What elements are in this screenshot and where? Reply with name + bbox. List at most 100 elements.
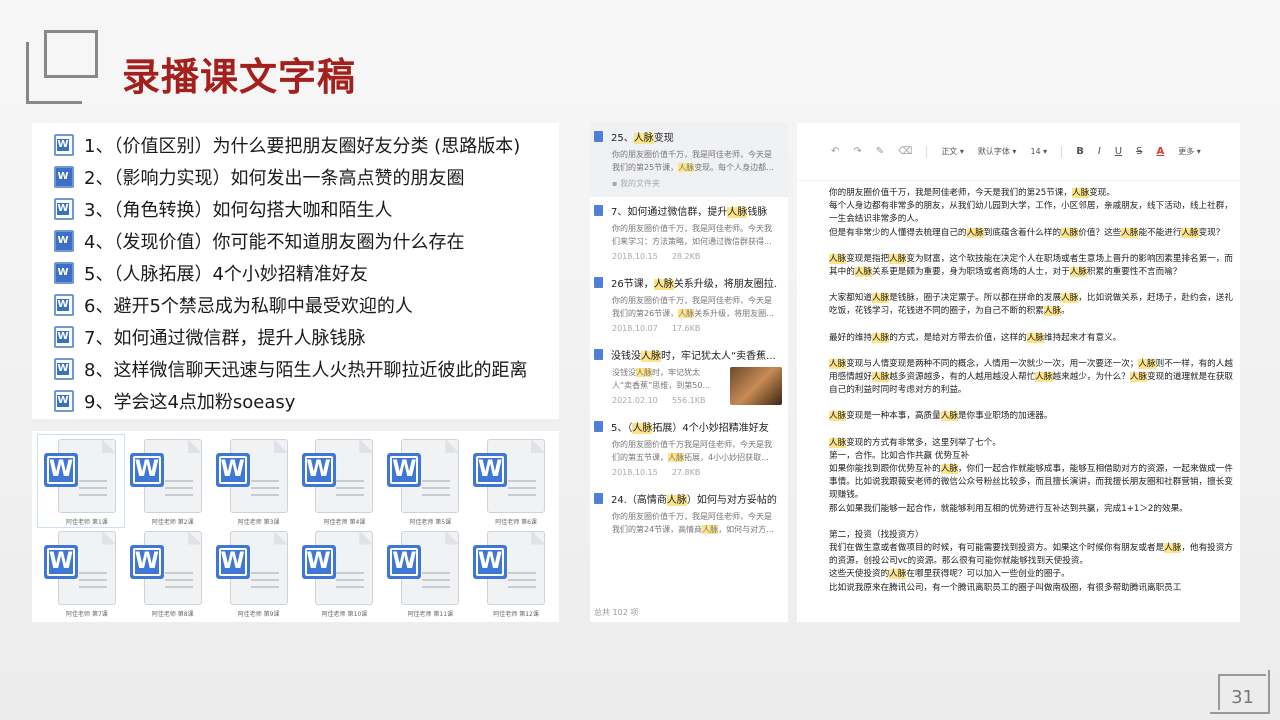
word-file-tile[interactable]: W 阿佳老师 第6课 bbox=[467, 435, 553, 527]
document-snippet: 你的朋友圈价值千万我是阿佳老师，今天是我们的第五节课，人脉拓展，4小小妙招获取.… bbox=[612, 440, 772, 462]
document-icon bbox=[594, 493, 603, 504]
editor-toolbar: ↶ ↷ ✎ ⌫ 正文 ▾ 默认字体 ▾ 14 ▾ B I U S A 更多 ▾ bbox=[797, 123, 1240, 181]
page-number: 31 bbox=[1231, 687, 1254, 708]
underline-icon[interactable]: U bbox=[1115, 146, 1122, 157]
result-count: 总共 102 项 bbox=[594, 608, 639, 617]
word-icon: W bbox=[301, 453, 336, 487]
word-file-tile[interactable]: W 阿佳老师 第9课 bbox=[210, 527, 296, 619]
editor-content[interactable]: 你的朋友圈价值千万，我是阿佳老师，今天是我们的第25节课，人脉变现。 每个人身边都… bbox=[797, 187, 1240, 595]
word-icon: W bbox=[215, 453, 250, 487]
document-snippet: 没钱没人脉时，牢记犹太人“卖香蕉”思维，到第50... bbox=[612, 368, 711, 390]
course-title: 1、（价值区别）为什么要把朋友圈好友分类 (思路版本) bbox=[84, 136, 521, 157]
course-title: 6、避开5个禁忌成为私聊中最受欢迎的人 bbox=[84, 296, 413, 317]
document-editor: ↶ ↷ ✎ ⌫ 正文 ▾ 默认字体 ▾ 14 ▾ B I U S A 更多 ▾ … bbox=[797, 123, 1240, 622]
course-list-item[interactable]: 1、（价值区别）为什么要把朋友圈好友分类 (思路版本) bbox=[54, 129, 559, 161]
word-file-tile[interactable]: W 阿佳老师 第8课 bbox=[124, 527, 210, 619]
file-grid: W 阿佳老师 第1课 W 阿佳老师 第2课 W 阿佳老师 第3课 W 阿佳老师 第4课 W 阿佳老… bbox=[32, 431, 559, 622]
document-result-item[interactable]: 5、（人脉拓展）4个小妙招精准好友你的朋友圈价值千万我是阿佳老师，今天是我们的第… bbox=[590, 413, 788, 485]
folder-label: ▪ 我的文件夹 bbox=[612, 179, 660, 188]
document-title: 没钱没人脉时，牢记犹太人“卖香蕉... bbox=[611, 351, 776, 362]
word-icon: W bbox=[473, 544, 508, 579]
paragraph-style-select[interactable]: 正文 ▾ bbox=[941, 146, 964, 157]
course-title: 7、如何通过微信群，提升人脉钱脉 bbox=[84, 328, 366, 349]
word-doc-icon bbox=[54, 326, 74, 348]
file-name: 阿佳老师 第2课 bbox=[151, 519, 194, 526]
word-doc-icon bbox=[54, 166, 74, 188]
file-name: 阿佳老师 第1课 bbox=[66, 519, 108, 526]
undo-icon[interactable]: ↶ bbox=[831, 146, 839, 157]
document-title: 5、（人脉拓展）4个小妙招精准好友 bbox=[611, 423, 769, 434]
bold-icon[interactable]: B bbox=[1076, 146, 1084, 157]
word-icon: W bbox=[473, 453, 508, 487]
word-file-tile[interactable]: W 阿佳老师 第10课 bbox=[296, 527, 382, 619]
word-icon: W bbox=[129, 544, 164, 579]
font-size-select[interactable]: 14 ▾ bbox=[1030, 147, 1047, 156]
course-title: 9、学会这4点加粉soeasy bbox=[84, 392, 296, 413]
document-meta: 2018.10.15 27.8KB bbox=[612, 468, 701, 477]
word-doc-icon bbox=[54, 230, 74, 252]
course-list-item[interactable]: 9、学会这4点加粉soeasy bbox=[54, 385, 559, 417]
course-file-list: 1、（价值区别）为什么要把朋友圈好友分类 (思路版本) 2、（影响力实现）如何发出… bbox=[32, 123, 559, 419]
course-list-item[interactable]: 8、这样微信聊天迅速与陌生人火热开聊拉近彼此的距离 bbox=[54, 353, 559, 385]
document-icon bbox=[594, 421, 603, 432]
document-snippet: 你的朋友圈价值千万，我是阿佳老师，今天是我们的第25节课，人脉变现。每个人身边都… bbox=[612, 150, 774, 172]
file-name: 阿佳老师 第7课 bbox=[66, 610, 108, 618]
document-icon bbox=[594, 277, 603, 288]
document-result-item[interactable]: 没钱没人脉时，牢记犹太人“卖香蕉... 没钱没人脉时，牢记犹太人“卖香蕉”思维，到… bbox=[590, 341, 788, 413]
course-list-item[interactable]: 4、（发现价值）你可能不知道朋友圈为什么存在 bbox=[54, 225, 559, 257]
word-file-tile[interactable]: W 阿佳老师 第4课 bbox=[296, 435, 382, 527]
more-menu[interactable]: 更多 ▾ bbox=[1178, 146, 1201, 157]
document-meta: 2018.10.07 17.6KB bbox=[612, 324, 701, 333]
word-file-tile[interactable]: W 阿佳老师 第1课 bbox=[37, 434, 125, 528]
document-title: 26节课，人脉关系升级，将朋友圈拉... bbox=[611, 279, 778, 290]
document-result-item[interactable]: 24.（高情商人脉）如何与对方妥帖的... 你的朋友圈价值千万，我是阿佳老师，今天… bbox=[590, 485, 788, 544]
redo-icon[interactable]: ↷ bbox=[853, 146, 861, 157]
word-file-tile[interactable]: W 阿佳老师 第11课 bbox=[381, 527, 467, 619]
italic-icon[interactable]: I bbox=[1098, 146, 1101, 157]
document-result-item[interactable]: 7、如何通过微信群，提升人脉钱脉 你的朋友圈价值千万，我是阿佳老师。今天我们来学习… bbox=[590, 197, 788, 269]
word-icon: W bbox=[44, 544, 78, 579]
word-icon: W bbox=[215, 544, 250, 579]
course-list-item[interactable]: 3、（角色转换）如何勾搭大咖和陌生人 bbox=[54, 193, 559, 225]
font-family-select[interactable]: 默认字体 ▾ bbox=[978, 146, 1017, 157]
file-name: 阿佳老师 第12课 bbox=[493, 610, 539, 618]
document-snippet: 你的朋友圈价值千万，我是阿佳老师，今天是我们的第26节课，人脉关系升级，将朋友圈… bbox=[612, 296, 774, 318]
file-name: 阿佳老师 第4课 bbox=[323, 519, 366, 526]
word-file-tile[interactable]: W 阿佳老师 第2课 bbox=[124, 435, 210, 527]
document-result-item[interactable]: 26节课，人脉关系升级，将朋友圈拉... 你的朋友圈价值千万，我是阿佳老师，今天是… bbox=[590, 269, 788, 341]
document-snippet: 你的朋友圈价值千万，我是阿佳老师，今天是我们的第24节课，高情商人脉，如何与对方… bbox=[612, 512, 774, 534]
strikethrough-icon[interactable]: S bbox=[1136, 146, 1142, 157]
format-painter-icon[interactable]: ✎ bbox=[876, 146, 884, 157]
word-doc-icon bbox=[54, 198, 74, 220]
document-icon bbox=[594, 131, 603, 142]
font-color-icon[interactable]: A bbox=[1156, 146, 1164, 157]
file-name: 阿佳老师 第3课 bbox=[237, 519, 280, 526]
file-name: 阿佳老师 第6课 bbox=[495, 519, 537, 526]
course-list-item[interactable]: 5、（人脉拓展）4个小妙招精准好友 bbox=[54, 257, 559, 289]
course-title: 4、（发现价值）你可能不知道朋友圈为什么存在 bbox=[84, 232, 465, 253]
word-file-tile[interactable]: W 阿佳老师 第3课 bbox=[210, 435, 296, 527]
course-list-item[interactable]: 6、避开5个禁忌成为私聊中最受欢迎的人 bbox=[54, 289, 559, 321]
course-list-item[interactable]: 2、（影响力实现）如何发出一条高点赞的朋友圈 bbox=[54, 161, 559, 193]
document-meta: 2018.10.15 28.2KB bbox=[612, 252, 701, 261]
file-name: 阿佳老师 第9课 bbox=[237, 610, 280, 618]
word-file-tile[interactable]: W 阿佳老师 第12课 bbox=[467, 527, 553, 619]
document-meta: 2021.02.10 556.1KB bbox=[612, 396, 706, 405]
document-snippet: 你的朋友圈价值千万，我是阿佳老师。今天我们来学习：方法策略，如何通过微信群获得.… bbox=[612, 224, 772, 246]
file-name: 阿佳老师 第11课 bbox=[407, 610, 454, 618]
document-result-item[interactable]: 25、人脉变现 你的朋友圈价值千万，我是阿佳老师，今天是我们的第25节课，人脉变现… bbox=[590, 123, 788, 197]
word-doc-icon bbox=[54, 262, 74, 284]
word-file-tile[interactable]: W 阿佳老师 第7课 bbox=[38, 527, 124, 619]
word-file-tile[interactable]: W 阿佳老师 第5课 bbox=[381, 435, 467, 527]
course-list-item[interactable]: 7、如何通过微信群，提升人脉钱脉 bbox=[54, 321, 559, 353]
word-doc-icon bbox=[54, 294, 74, 316]
course-title: 5、（人脉拓展）4个小妙招精准好友 bbox=[84, 264, 368, 285]
toolbar-divider bbox=[926, 145, 928, 158]
document-icon bbox=[594, 349, 603, 360]
course-title: 3、（角色转换）如何勾搭大咖和陌生人 bbox=[84, 200, 393, 221]
clear-format-icon[interactable]: ⌫ bbox=[898, 146, 912, 157]
word-icon: W bbox=[387, 453, 422, 487]
word-icon: W bbox=[44, 453, 78, 487]
page-title: 录播课文字稿 bbox=[122, 55, 357, 99]
toolbar-divider bbox=[1061, 145, 1063, 158]
